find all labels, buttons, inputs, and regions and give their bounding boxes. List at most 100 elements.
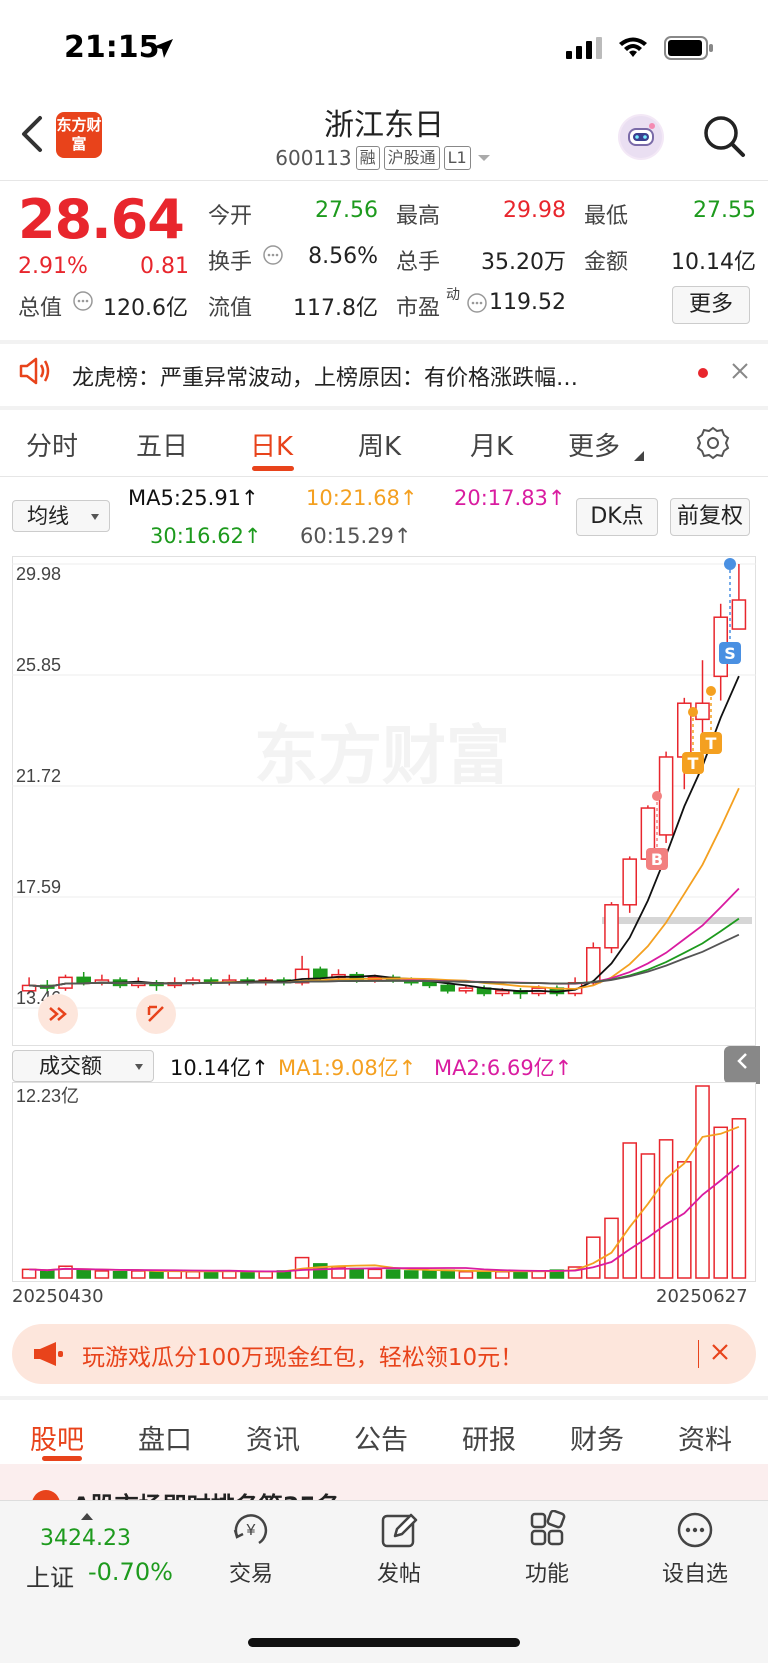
indicator-select[interactable]: 均线 [12, 500, 110, 532]
status-time: 21:15 [64, 30, 160, 65]
volume-bar [367, 1268, 383, 1279]
more-quote-button[interactable]: 更多 [672, 286, 750, 324]
tab-more[interactable]: 更多 [568, 426, 620, 463]
ma5-label: MA5:25.91↑ [128, 486, 259, 510]
change-amount: 0.81 [140, 254, 189, 279]
home-indicator [248, 1638, 520, 1647]
nav-trade-label: 交易 [228, 1562, 273, 1587]
volume-bar [385, 1269, 401, 1279]
promo-text: 玩游戏瓜分100万现金红包，轻松领10元！ [82, 1345, 524, 1371]
tag-connect: 沪股通 [383, 146, 440, 170]
close-icon [712, 1344, 728, 1360]
volume-bar [622, 1142, 638, 1279]
tab-daily-k[interactable]: 日K [250, 426, 293, 463]
index-change[interactable]: -0.70% [88, 1558, 173, 1586]
search-button[interactable] [700, 112, 748, 160]
candle-body [731, 599, 747, 630]
chevron-left-icon [737, 1053, 747, 1069]
promo-close-button[interactable] [710, 1336, 730, 1369]
volume-value: 35.20万 [481, 250, 566, 275]
volume-indicator-select[interactable]: 成交额 [12, 1050, 154, 1082]
tab-weekly-k[interactable]: 周K [358, 426, 401, 463]
candle-body [494, 990, 510, 995]
speaker-icon [18, 356, 54, 390]
volume-bar [258, 1270, 274, 1279]
tag-level: L1 [443, 146, 471, 170]
trade-icon: ¥ [233, 1514, 268, 1545]
volume-chart[interactable]: 12.23亿 [12, 1082, 756, 1282]
support-band [602, 917, 752, 924]
volume-bar [76, 1269, 92, 1279]
volume-bar [403, 1270, 419, 1279]
y-tick-label: 21.72 [16, 766, 61, 786]
tab-more-caret-icon [634, 446, 644, 465]
volume-bar [203, 1270, 219, 1279]
search-icon [704, 116, 745, 157]
promo-separator [698, 1340, 699, 1368]
tab-active-indicator [252, 466, 294, 471]
mktcap-value: 120.6亿 [103, 296, 188, 321]
chart-watermark: 东方财富 [254, 720, 510, 792]
volume-bar [94, 1270, 110, 1279]
volume-bar [695, 1085, 710, 1279]
volume-bar [494, 1270, 510, 1279]
assistant-avatar[interactable] [618, 114, 664, 160]
price-adjust-button[interactable]: 前复权 [670, 498, 750, 536]
close-icon [732, 363, 748, 379]
chevron-down-icon [91, 514, 99, 520]
notice-close-button[interactable] [730, 358, 750, 388]
more-dots-icon [677, 1512, 713, 1548]
turnover-value: 8.56% [308, 244, 378, 269]
candle-body [622, 858, 638, 906]
kline-chart[interactable]: 东方财富 29.9825.8521.7217.5913.46 B T T S [12, 556, 756, 1046]
tab-forum[interactable]: 股吧 [30, 1418, 84, 1457]
chart-settings-button[interactable] [696, 426, 730, 464]
y-tick-label: 29.98 [16, 564, 61, 584]
volume-bar [130, 1270, 146, 1279]
nav-features[interactable]: 功能 [492, 1510, 602, 1588]
tab-monthly-k[interactable]: 月K [470, 426, 513, 463]
tab-financials[interactable]: 财务 [570, 1418, 624, 1457]
dk-point-button[interactable]: DK点 [576, 498, 658, 536]
float-label: 流值 [208, 296, 253, 321]
index-value[interactable]: 3424.23 [40, 1526, 131, 1551]
content-divider [0, 1396, 768, 1400]
volume-bar [149, 1270, 164, 1279]
tab-profile[interactable]: 资料 [678, 1418, 732, 1457]
volume-indicator-label: 成交额 [39, 1054, 102, 1078]
chart-collapse-button[interactable] [724, 1046, 760, 1084]
stock-code: 600113 [275, 146, 352, 170]
svg-text:¥: ¥ [246, 1522, 256, 1539]
t-marker-1-label: T [688, 754, 699, 773]
pe-label: 市盈 [396, 296, 441, 321]
last-price: 28.64 [18, 188, 185, 251]
index-expand-caret-icon[interactable] [80, 1506, 94, 1525]
nav-post-label: 发帖 [376, 1562, 421, 1587]
volume-bar [713, 1126, 729, 1279]
volume-bar [185, 1270, 201, 1279]
pe-sup: 动 [446, 287, 460, 303]
chevron-down-icon [135, 1064, 143, 1070]
tab-five-day[interactable]: 五日 [136, 426, 188, 463]
pe-value: 119.52 [489, 290, 566, 315]
nav-trade[interactable]: ¥ 交易 [196, 1510, 306, 1588]
tag-margin: 融 [355, 146, 380, 170]
index-name[interactable]: 上证 [26, 1558, 74, 1593]
tab-announcements[interactable]: 公告 [354, 1418, 408, 1457]
location-arrow-icon [150, 36, 176, 66]
y-tick-label: 17.59 [16, 877, 61, 897]
nav-post[interactable]: 发帖 [344, 1510, 454, 1588]
battery-icon [664, 36, 713, 60]
tab-orderbook[interactable]: 盘口 [138, 1418, 192, 1457]
list-item-peek[interactable]: A股市场即时排名第35名 [0, 1464, 768, 1502]
tab-research[interactable]: 研报 [462, 1418, 516, 1457]
tab-news[interactable]: 资讯 [246, 1418, 300, 1457]
turnover-info-icon[interactable] [262, 244, 284, 270]
candle-body [440, 984, 456, 992]
tab-intraday[interactable]: 分时 [26, 426, 78, 463]
status-icons [566, 36, 714, 60]
volume-bar [604, 1217, 619, 1279]
amount-value: 10.14亿 [671, 250, 756, 275]
nav-add-watchlist[interactable]: 设自选 [640, 1510, 750, 1588]
robot-icon [620, 116, 662, 158]
